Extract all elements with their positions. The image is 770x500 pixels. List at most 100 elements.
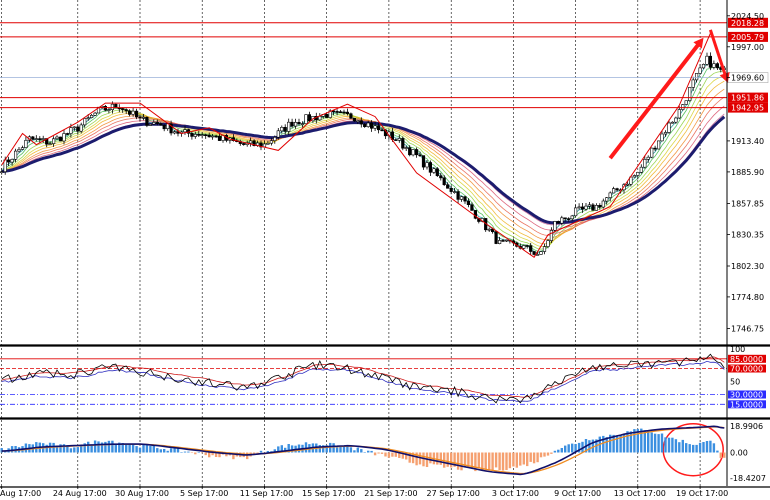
macd-histogram-bar-148 — [512, 452, 515, 467]
candle-body-118 — [408, 147, 412, 156]
candle-body-3 — [10, 159, 14, 163]
candle-body-21 — [72, 126, 76, 129]
candle-body-108 — [373, 125, 377, 129]
candle-body-92 — [318, 116, 322, 121]
candle-body-116 — [401, 138, 405, 149]
macd-histogram-bar-165 — [571, 443, 574, 453]
candle-body-80 — [276, 130, 280, 138]
macd-histogram-bar-108 — [373, 452, 377, 456]
candle-body-193 — [667, 122, 671, 133]
macd-histogram-bar-111 — [384, 452, 387, 457]
candle-body-81 — [280, 127, 284, 132]
macd-histogram-bar-22 — [76, 447, 79, 453]
candle-body-146 — [504, 239, 509, 242]
candle-body-158 — [546, 240, 550, 247]
rsi-level-label-1: 70.0000 — [730, 365, 763, 374]
ribbon-line-0 — [1, 62, 725, 254]
macd-histogram-bar-3 — [10, 446, 14, 453]
macd-histogram-bar-45 — [156, 448, 159, 453]
candle-body-173 — [598, 205, 602, 208]
price-tick-label-7: 1802.30 — [731, 262, 764, 271]
macd-histogram-bar-42 — [145, 445, 149, 453]
candle-body-178 — [615, 188, 619, 191]
candle-body-122 — [421, 155, 426, 168]
macd-histogram-bar-129 — [446, 452, 449, 467]
macd-histogram-bar-171 — [591, 439, 595, 453]
candle-body-168 — [580, 206, 585, 210]
macd-histogram-bar-160 — [553, 450, 557, 453]
macd-histogram-bar-112 — [387, 452, 391, 458]
candle-body-185 — [639, 166, 643, 173]
ribbon-line-6 — [1, 96, 725, 236]
ribbon-line-3 — [1, 75, 725, 248]
macd-histogram-bar-189 — [653, 433, 657, 453]
candle-body-204 — [705, 55, 709, 65]
candle-body-172 — [594, 205, 598, 211]
macd-histogram-bar-56 — [194, 452, 197, 455]
candle-body-17 — [58, 136, 63, 142]
macd-histogram-bar-75 — [259, 450, 263, 453]
rsi-line — [1, 353, 725, 404]
candle-body-177 — [611, 188, 616, 194]
candle-body-170 — [587, 204, 591, 207]
candle-body-57 — [197, 134, 201, 136]
candle-body-189 — [653, 147, 657, 150]
candle-body-200 — [691, 79, 695, 88]
macd-histogram-bar-207 — [716, 450, 719, 453]
macd-histogram-bar-197 — [681, 439, 684, 453]
candle-body-11 — [38, 138, 42, 140]
macd-histogram-bar-132 — [456, 452, 460, 470]
time-tick-label-7: 27 Sep 17:00 — [426, 489, 479, 498]
candle-body-119 — [411, 149, 415, 156]
candle-body-9 — [31, 136, 35, 140]
axes: 100 50 18.9906 0.00 -18.4207 2024.50 1997.00 19… — [0, 0, 770, 498]
candle-body-88 — [304, 114, 308, 124]
macd-histogram-bar-200 — [692, 444, 695, 453]
candle-body-135 — [466, 200, 471, 206]
candle-body-87 — [300, 123, 305, 125]
price-tick-label-6: 1830.35 — [731, 230, 764, 239]
macd-tick-label-2: -18.4207 — [730, 474, 766, 483]
macd-histogram-bar-52 — [180, 452, 183, 453]
candle-body-35 — [121, 108, 125, 110]
candle-body-176 — [608, 192, 612, 198]
candle-body-166 — [573, 207, 578, 217]
candle-body-114 — [394, 139, 398, 141]
macd-histogram-bar-110 — [380, 452, 384, 454]
macd-histogram-bar-143 — [494, 452, 498, 468]
candle-body-132 — [456, 191, 460, 200]
candle-body-20 — [69, 127, 73, 134]
price-level-label-2: 1951.86 — [731, 94, 764, 103]
time-tick-label-11: 19 Oct 17:00 — [676, 489, 728, 498]
macd-histogram-bar-30 — [104, 441, 107, 453]
candle-body-128 — [442, 177, 446, 186]
price-level-label-1: 2005.79 — [731, 33, 764, 42]
candle-body-110 — [380, 129, 384, 132]
candle-body-198 — [684, 100, 688, 105]
candle-body-0 — [0, 171, 4, 173]
rsi-level-label-3: 15.0000 — [730, 400, 763, 409]
macd-histogram-bar-104 — [360, 449, 363, 453]
time-tick-label-9: 9 Oct 17:00 — [554, 489, 601, 498]
candle-body-104 — [359, 120, 363, 125]
candle-body-10 — [34, 138, 38, 140]
current-price-label: 1969.60 — [731, 74, 764, 83]
macd-histogram-bar-188 — [650, 432, 653, 453]
candle-body-127 — [439, 175, 443, 179]
macd-histogram-bar-130 — [450, 452, 453, 468]
macd-histogram-bar-58 — [201, 452, 204, 454]
candle-body-6 — [20, 147, 25, 150]
candle-body-115 — [397, 138, 401, 141]
price-tick-label-8: 1774.80 — [731, 293, 764, 302]
macd-histogram-bar-152 — [526, 452, 529, 467]
macd-histogram-bar-159 — [550, 452, 553, 454]
candle-body-41 — [141, 117, 146, 119]
candle-body-202 — [698, 67, 702, 74]
macd-histogram-bar-205 — [709, 440, 712, 453]
moving-average-ribbon — [1, 62, 726, 254]
candle-body-175 — [605, 197, 609, 202]
macd-histogram-bar-23 — [80, 445, 83, 453]
rsi-tick-label-0: 100 — [730, 345, 745, 354]
macd-histogram-bar-107 — [370, 450, 373, 453]
macd-histogram-bar-190 — [657, 434, 660, 453]
